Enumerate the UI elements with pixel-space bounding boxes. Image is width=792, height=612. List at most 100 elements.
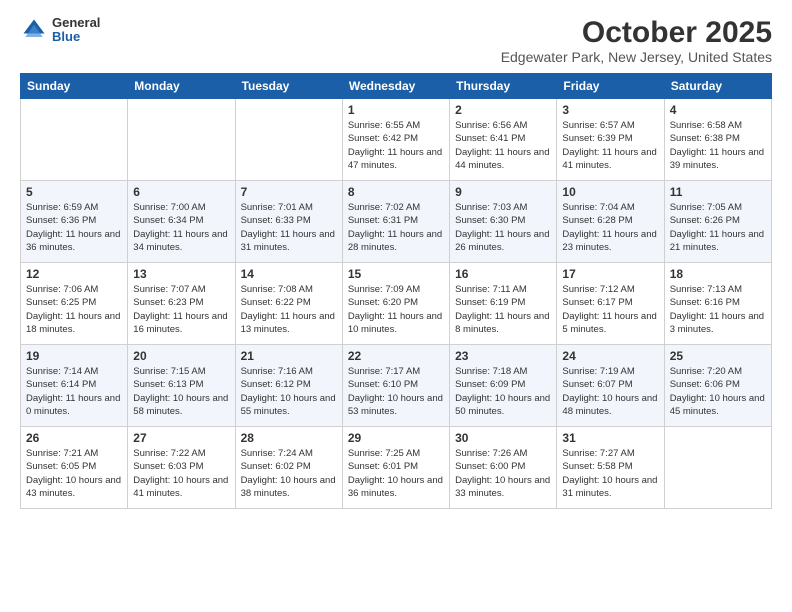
- day-number: 31: [562, 431, 658, 445]
- page: General Blue October 2025 Edgewater Park…: [0, 0, 792, 612]
- day-number: 26: [26, 431, 122, 445]
- day-number: 9: [455, 185, 551, 199]
- calendar-cell: 11 Sunrise: 7:05 AMSunset: 6:26 PMDayligh…: [664, 181, 771, 263]
- day-info: Sunrise: 7:09 AMSunset: 6:20 PMDaylight:…: [348, 283, 444, 336]
- day-number: 24: [562, 349, 658, 363]
- calendar-body: 1Sunrise: 6:55 AMSunset: 6:42 PMDaylight…: [21, 99, 772, 509]
- day-info: Sunrise: 6:57 AMSunset: 6:39 PMDaylight:…: [562, 119, 658, 172]
- day-number: 6: [133, 185, 229, 199]
- day-info: Sunrise: 7:26 AMSunset: 6:00 PMDaylight:…: [455, 447, 551, 500]
- calendar-cell: 8 Sunrise: 7:02 AMSunset: 6:31 PMDaylight…: [342, 181, 449, 263]
- calendar-cell: 26 Sunrise: 7:21 AMSunset: 6:05 PMDayligh…: [21, 427, 128, 509]
- day-number: 13: [133, 267, 229, 281]
- day-info: Sunrise: 7:25 AMSunset: 6:01 PMDaylight:…: [348, 447, 444, 500]
- col-wednesday: Wednesday: [342, 74, 449, 99]
- col-tuesday: Tuesday: [235, 74, 342, 99]
- day-number: 7: [241, 185, 337, 199]
- logo-blue-label: Blue: [52, 30, 100, 44]
- day-number: 18: [670, 267, 766, 281]
- day-info: Sunrise: 7:16 AMSunset: 6:12 PMDaylight:…: [241, 365, 337, 418]
- header-row: Sunday Monday Tuesday Wednesday Thursday…: [21, 74, 772, 99]
- day-number: 8: [348, 185, 444, 199]
- col-friday: Friday: [557, 74, 664, 99]
- week-row-0: 1Sunrise: 6:55 AMSunset: 6:42 PMDaylight…: [21, 99, 772, 181]
- day-number: 29: [348, 431, 444, 445]
- day-info: Sunrise: 7:04 AMSunset: 6:28 PMDaylight:…: [562, 201, 658, 254]
- calendar-cell: 28 Sunrise: 7:24 AMSunset: 6:02 PMDayligh…: [235, 427, 342, 509]
- day-info: Sunrise: 7:12 AMSunset: 6:17 PMDaylight:…: [562, 283, 658, 336]
- day-number: 1: [348, 103, 444, 117]
- calendar-cell: 21Sunrise: 7:16 AMSunset: 6:12 PMDayligh…: [235, 345, 342, 427]
- day-number: 28: [241, 431, 337, 445]
- day-number: 11: [670, 185, 766, 199]
- day-info: Sunrise: 7:27 AMSunset: 5:58 PMDaylight:…: [562, 447, 658, 500]
- day-number: 10: [562, 185, 658, 199]
- day-info: Sunrise: 7:11 AMSunset: 6:19 PMDaylight:…: [455, 283, 551, 336]
- calendar-cell: 27Sunrise: 7:22 AMSunset: 6:03 PMDayligh…: [128, 427, 235, 509]
- calendar-cell: 7 Sunrise: 7:01 AMSunset: 6:33 PMDaylight…: [235, 181, 342, 263]
- day-info: Sunrise: 7:06 AMSunset: 6:25 PMDaylight:…: [26, 283, 122, 336]
- day-number: 30: [455, 431, 551, 445]
- day-info: Sunrise: 7:21 AMSunset: 6:05 PMDaylight:…: [26, 447, 122, 500]
- logo-icon: [20, 16, 48, 44]
- day-info: Sunrise: 7:20 AMSunset: 6:06 PMDaylight:…: [670, 365, 766, 418]
- calendar-cell: 10 Sunrise: 7:04 AMSunset: 6:28 PMDayligh…: [557, 181, 664, 263]
- calendar-cell: 2Sunrise: 6:56 AMSunset: 6:41 PMDaylight…: [450, 99, 557, 181]
- calendar-cell: [21, 99, 128, 181]
- day-number: 5: [26, 185, 122, 199]
- day-info: Sunrise: 7:15 AMSunset: 6:13 PMDaylight:…: [133, 365, 229, 418]
- col-thursday: Thursday: [450, 74, 557, 99]
- col-monday: Monday: [128, 74, 235, 99]
- day-info: Sunrise: 7:14 AMSunset: 6:14 PMDaylight:…: [26, 365, 122, 418]
- week-row-2: 12 Sunrise: 7:06 AMSunset: 6:25 PMDayligh…: [21, 263, 772, 345]
- calendar-table: Sunday Monday Tuesday Wednesday Thursday…: [20, 73, 772, 509]
- calendar-cell: 13Sunrise: 7:07 AMSunset: 6:23 PMDayligh…: [128, 263, 235, 345]
- title-area: October 2025 Edgewater Park, New Jersey,…: [501, 16, 772, 65]
- day-number: 25: [670, 349, 766, 363]
- calendar-cell: 14 Sunrise: 7:08 AMSunset: 6:22 PMDayligh…: [235, 263, 342, 345]
- day-info: Sunrise: 7:24 AMSunset: 6:02 PMDaylight:…: [241, 447, 337, 500]
- calendar-cell: [235, 99, 342, 181]
- header: General Blue October 2025 Edgewater Park…: [20, 16, 772, 65]
- day-number: 12: [26, 267, 122, 281]
- calendar-cell: 30 Sunrise: 7:26 AMSunset: 6:00 PMDayligh…: [450, 427, 557, 509]
- day-info: Sunrise: 7:18 AMSunset: 6:09 PMDaylight:…: [455, 365, 551, 418]
- day-info: Sunrise: 7:03 AMSunset: 6:30 PMDaylight:…: [455, 201, 551, 254]
- calendar-cell: 18 Sunrise: 7:13 AMSunset: 6:16 PMDayligh…: [664, 263, 771, 345]
- day-number: 23: [455, 349, 551, 363]
- day-info: Sunrise: 7:05 AMSunset: 6:26 PMDaylight:…: [670, 201, 766, 254]
- day-number: 15: [348, 267, 444, 281]
- calendar-cell: 24Sunrise: 7:19 AMSunset: 6:07 PMDayligh…: [557, 345, 664, 427]
- day-number: 17: [562, 267, 658, 281]
- day-info: Sunrise: 7:13 AMSunset: 6:16 PMDaylight:…: [670, 283, 766, 336]
- calendar-cell: 20Sunrise: 7:15 AMSunset: 6:13 PMDayligh…: [128, 345, 235, 427]
- day-info: Sunrise: 7:17 AMSunset: 6:10 PMDaylight:…: [348, 365, 444, 418]
- logo-text: General Blue: [52, 16, 100, 45]
- month-title: October 2025: [501, 16, 772, 49]
- calendar-cell: 22 Sunrise: 7:17 AMSunset: 6:10 PMDayligh…: [342, 345, 449, 427]
- calendar-cell: 12 Sunrise: 7:06 AMSunset: 6:25 PMDayligh…: [21, 263, 128, 345]
- day-number: 14: [241, 267, 337, 281]
- calendar-cell: 6Sunrise: 7:00 AMSunset: 6:34 PMDaylight…: [128, 181, 235, 263]
- calendar-cell: 19 Sunrise: 7:14 AMSunset: 6:14 PMDayligh…: [21, 345, 128, 427]
- day-number: 3: [562, 103, 658, 117]
- day-number: 4: [670, 103, 766, 117]
- day-info: Sunrise: 6:59 AMSunset: 6:36 PMDaylight:…: [26, 201, 122, 254]
- day-number: 22: [348, 349, 444, 363]
- calendar-cell: [664, 427, 771, 509]
- day-info: Sunrise: 7:08 AMSunset: 6:22 PMDaylight:…: [241, 283, 337, 336]
- calendar-cell: 31 Sunrise: 7:27 AMSunset: 5:58 PMDayligh…: [557, 427, 664, 509]
- calendar-cell: [128, 99, 235, 181]
- calendar-cell: 9 Sunrise: 7:03 AMSunset: 6:30 PMDaylight…: [450, 181, 557, 263]
- calendar-header: Sunday Monday Tuesday Wednesday Thursday…: [21, 74, 772, 99]
- calendar-cell: 17 Sunrise: 7:12 AMSunset: 6:17 PMDayligh…: [557, 263, 664, 345]
- day-number: 19: [26, 349, 122, 363]
- day-info: Sunrise: 7:02 AMSunset: 6:31 PMDaylight:…: [348, 201, 444, 254]
- col-saturday: Saturday: [664, 74, 771, 99]
- day-info: Sunrise: 7:01 AMSunset: 6:33 PMDaylight:…: [241, 201, 337, 254]
- location-subtitle: Edgewater Park, New Jersey, United State…: [501, 49, 772, 65]
- day-number: 2: [455, 103, 551, 117]
- logo-general-label: General: [52, 16, 100, 30]
- calendar-cell: 16 Sunrise: 7:11 AMSunset: 6:19 PMDayligh…: [450, 263, 557, 345]
- day-number: 16: [455, 267, 551, 281]
